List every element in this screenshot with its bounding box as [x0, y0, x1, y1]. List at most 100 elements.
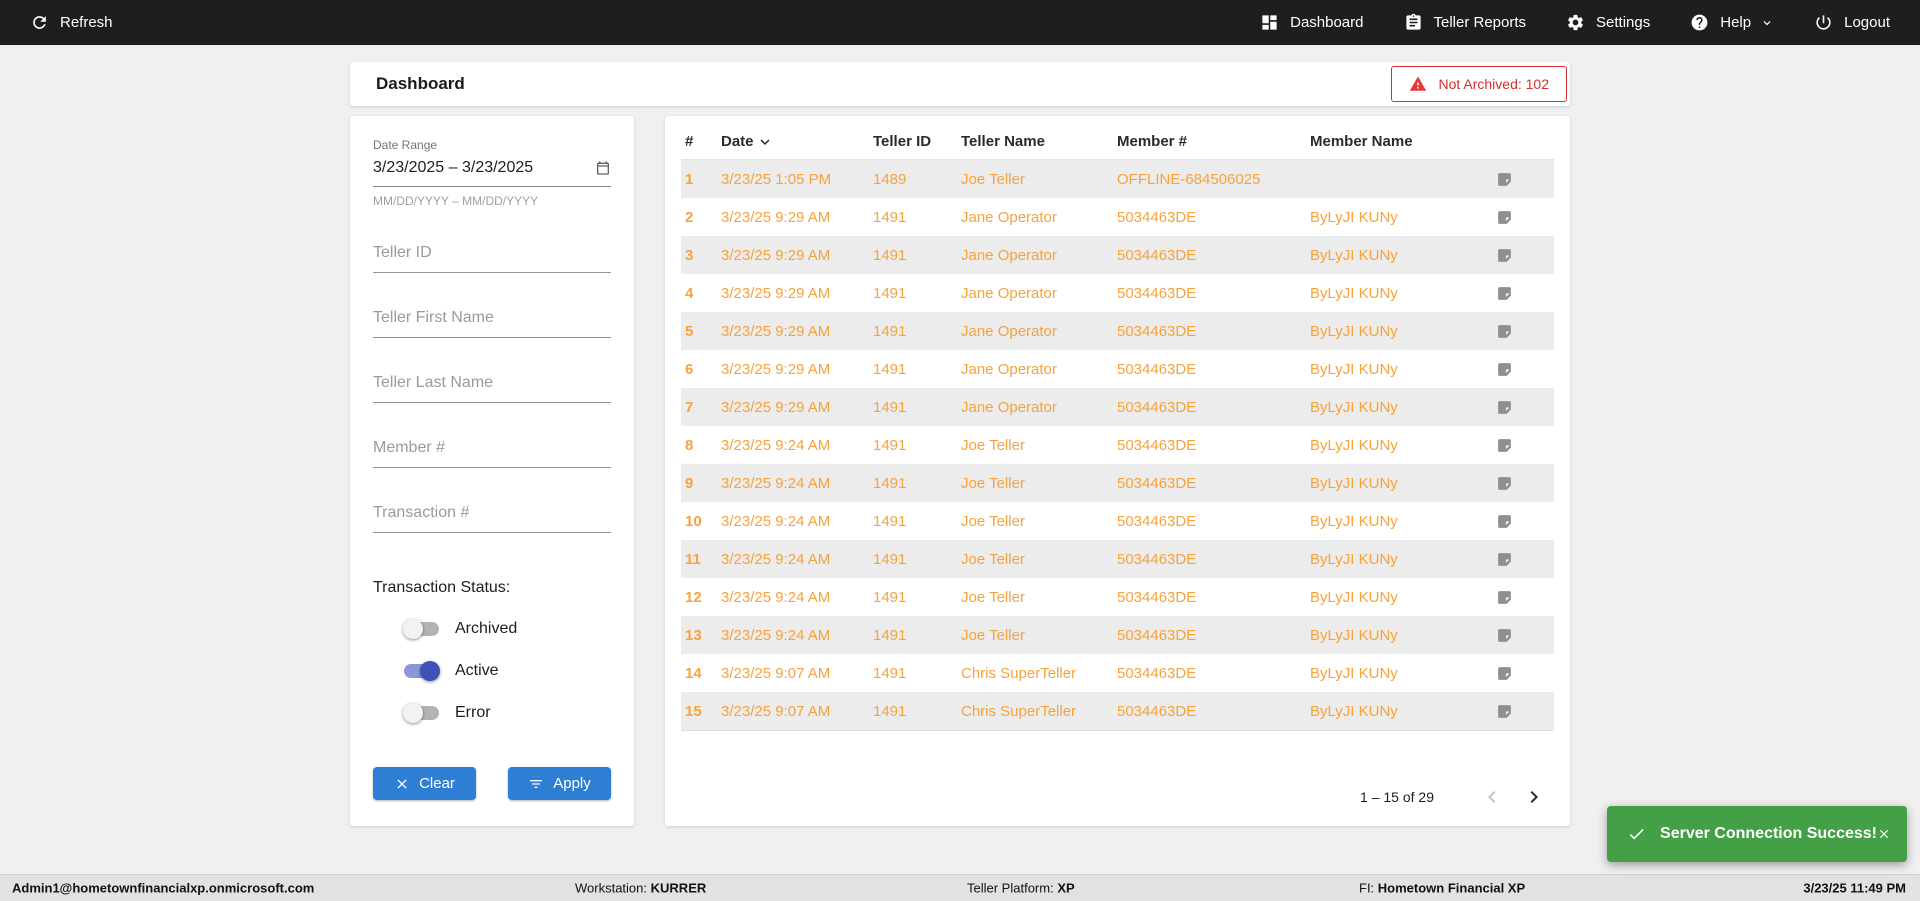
table-row[interactable]: 5 3/23/25 9:29 AM 1491 Jane Operator 503…	[681, 312, 1554, 350]
nav-teller-reports[interactable]: Teller Reports	[1404, 13, 1527, 32]
row-teller-id: 1489	[873, 170, 907, 188]
row-note-button[interactable]	[1494, 551, 1554, 568]
note-icon	[1498, 248, 1511, 262]
previous-page-button[interactable]	[1480, 785, 1504, 809]
date-range-field[interactable]: 3/23/2025 – 3/23/2025	[373, 152, 611, 187]
next-page-button[interactable]	[1522, 785, 1546, 809]
row-teller-id: 1491	[873, 702, 907, 720]
table-row[interactable]: 1 3/23/25 1:05 PM 1489 Joe Teller OFFLIN…	[681, 160, 1554, 198]
nav-help[interactable]: Help	[1690, 13, 1774, 32]
nav-dashboard[interactable]: Dashboard	[1260, 13, 1364, 32]
archived-toggle[interactable]	[403, 619, 440, 639]
row-number: 7	[685, 398, 694, 416]
row-note-button[interactable]	[1494, 475, 1554, 492]
note-icon	[1498, 286, 1511, 300]
row-note-button[interactable]	[1494, 247, 1554, 264]
table-row[interactable]: 2 3/23/25 9:29 AM 1491 Jane Operator 503…	[681, 198, 1554, 236]
row-teller-name: Jane Operator	[961, 322, 1057, 340]
row-note-button[interactable]	[1494, 171, 1554, 188]
row-note-button[interactable]	[1494, 703, 1554, 720]
pagination: 1 – 15 of 29	[681, 785, 1554, 809]
row-teller-id: 1491	[873, 208, 907, 226]
refresh-button[interactable]: Refresh	[30, 13, 113, 32]
nav-logout[interactable]: Logout	[1814, 13, 1890, 32]
column-header-teller-name[interactable]: Teller Name	[961, 133, 1117, 150]
refresh-label: Refresh	[60, 14, 113, 31]
main-content: Dashboard Not Archived: 102 Date Range 3…	[350, 45, 1570, 826]
row-note-button[interactable]	[1494, 323, 1554, 340]
transaction-number-input[interactable]	[373, 500, 611, 533]
table-row[interactable]: 10 3/23/25 9:24 AM 1491 Joe Teller 50344…	[681, 502, 1554, 540]
transaction-status-label: Transaction Status:	[373, 579, 511, 596]
row-note-button[interactable]	[1494, 589, 1554, 606]
row-date: 3/23/25 9:29 AM	[721, 284, 831, 302]
teller-platform-label: Teller Platform:	[967, 880, 1054, 896]
row-date: 3/23/25 9:24 AM	[721, 550, 831, 568]
row-member-name: ByLyJI KUNy	[1310, 284, 1398, 302]
error-toggle[interactable]	[403, 703, 440, 723]
clear-x-icon	[397, 778, 407, 789]
table-row[interactable]: 4 3/23/25 9:29 AM 1491 Jane Operator 503…	[681, 274, 1554, 312]
toggle-row-active: Active	[403, 661, 611, 681]
table-row[interactable]: 6 3/23/25 9:29 AM 1491 Jane Operator 503…	[681, 350, 1554, 388]
column-header-date[interactable]: Date	[721, 133, 873, 151]
nav-settings[interactable]: Settings	[1566, 13, 1650, 32]
filter-icon	[530, 779, 543, 788]
row-teller-id: 1491	[873, 626, 907, 644]
table-row[interactable]: 9 3/23/25 9:24 AM 1491 Joe Teller 503446…	[681, 464, 1554, 502]
member-number-input[interactable]	[373, 435, 611, 468]
error-toggle-label: Error	[455, 704, 491, 721]
column-header-member-name[interactable]: Member Name	[1310, 133, 1494, 150]
row-date: 3/23/25 9:29 AM	[721, 360, 831, 378]
row-note-button[interactable]	[1494, 513, 1554, 530]
teller-id-input[interactable]	[373, 240, 611, 273]
teller-reports-icon	[1405, 13, 1421, 30]
teller-last-name-input[interactable]	[373, 370, 611, 403]
row-note-button[interactable]	[1494, 665, 1554, 682]
row-teller-id: 1491	[873, 322, 907, 340]
note-icon	[1498, 590, 1511, 604]
chevron-down-icon	[1763, 20, 1771, 25]
active-toggle[interactable]	[403, 661, 440, 681]
clear-button[interactable]: Clear	[373, 767, 476, 800]
row-note-button[interactable]	[1494, 285, 1554, 302]
table-row[interactable]: 8 3/23/25 9:24 AM 1491 Joe Teller 503446…	[681, 426, 1554, 464]
row-member-number: 5034463DE	[1117, 322, 1197, 340]
column-header-teller-id[interactable]: Teller ID	[873, 133, 961, 150]
row-date: 3/23/25 9:24 AM	[721, 436, 831, 454]
settings-gear-icon	[1568, 14, 1583, 31]
row-note-button[interactable]	[1494, 627, 1554, 644]
logged-in-user: Admin1@hometownfinancialxp.onmicrosoft.c…	[12, 880, 315, 896]
teller-platform-value: XP	[1057, 880, 1075, 896]
table-row[interactable]: 12 3/23/25 9:24 AM 1491 Joe Teller 50344…	[681, 578, 1554, 616]
table-row[interactable]: 13 3/23/25 9:24 AM 1491 Joe Teller 50344…	[681, 616, 1554, 654]
row-note-button[interactable]	[1494, 361, 1554, 378]
row-note-button[interactable]	[1494, 437, 1554, 454]
toggle-row-archived: Archived	[403, 619, 611, 639]
table-row[interactable]: 15 3/23/25 9:07 AM 1491 Chris SuperTelle…	[681, 692, 1554, 730]
row-note-button[interactable]	[1494, 399, 1554, 416]
fi-value: Hometown Financial XP	[1377, 880, 1526, 896]
column-header-number[interactable]: #	[681, 133, 721, 150]
row-date: 3/23/25 9:29 AM	[721, 322, 831, 340]
table-row[interactable]: 14 3/23/25 9:07 AM 1491 Chris SuperTelle…	[681, 654, 1554, 692]
teller-first-name-input[interactable]	[373, 305, 611, 338]
row-member-name: ByLyJI KUNy	[1310, 702, 1398, 720]
calendar-icon[interactable]	[595, 160, 611, 176]
not-archived-alert[interactable]: Not Archived: 102	[1391, 66, 1567, 102]
table-row[interactable]: 11 3/23/25 9:24 AM 1491 Joe Teller 50344…	[681, 540, 1554, 578]
row-member-number: 5034463DE	[1117, 588, 1197, 606]
row-teller-name: Jane Operator	[961, 360, 1057, 378]
note-icon	[1498, 324, 1511, 338]
toast-close-button[interactable]	[1877, 827, 1891, 841]
nav-teller-reports-label: Teller Reports	[1433, 14, 1527, 31]
table-row[interactable]: 3 3/23/25 9:29 AM 1491 Jane Operator 503…	[681, 236, 1554, 274]
table-row[interactable]: 7 3/23/25 9:29 AM 1491 Jane Operator 503…	[681, 388, 1554, 426]
table-body: 1 3/23/25 1:05 PM 1489 Joe Teller OFFLIN…	[681, 160, 1554, 731]
apply-button[interactable]: Apply	[508, 767, 611, 800]
row-note-button[interactable]	[1494, 209, 1554, 226]
row-member-number: OFFLINE-684506025	[1117, 170, 1261, 188]
column-header-member-number[interactable]: Member #	[1117, 133, 1310, 150]
row-date: 3/23/25 9:24 AM	[721, 588, 831, 606]
row-teller-id: 1491	[873, 246, 907, 264]
